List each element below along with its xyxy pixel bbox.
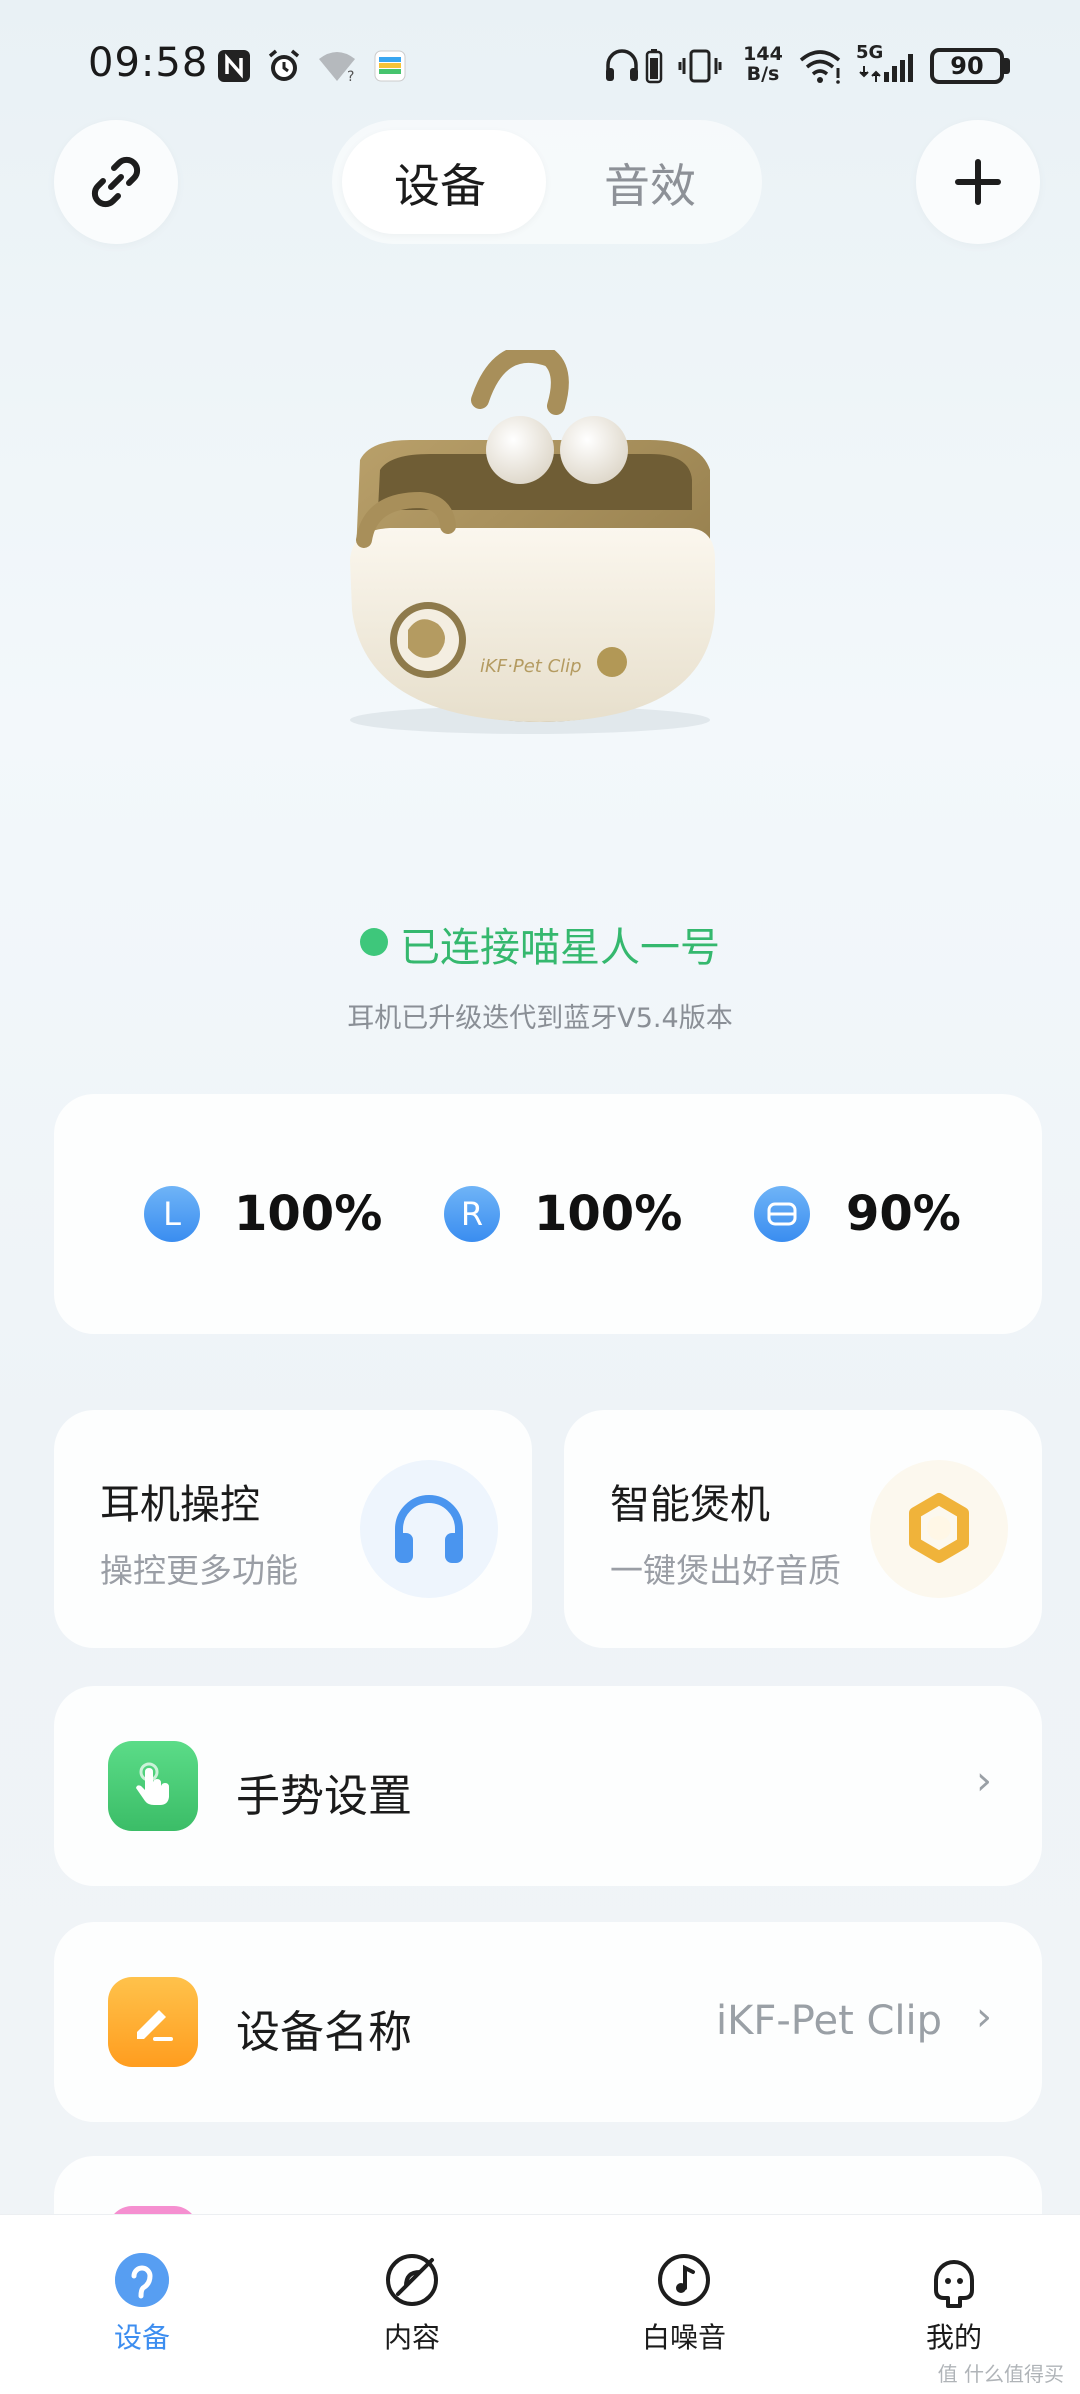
nav-white-noise-label: 白噪音 bbox=[641, 2321, 726, 2354]
case-battery-icon bbox=[754, 1186, 810, 1242]
headphones-icon bbox=[360, 1460, 498, 1598]
link-button[interactable] bbox=[54, 120, 178, 244]
right-earbud-badge: R bbox=[444, 1186, 500, 1242]
device-name-label: 设备名称 bbox=[236, 2007, 412, 2058]
alarm-icon bbox=[262, 46, 306, 86]
gesture-settings-row[interactable] bbox=[54, 1686, 1042, 1886]
tab-sound-effects[interactable]: 音效 bbox=[604, 150, 696, 216]
profile-icon bbox=[934, 2260, 974, 2308]
content-icon bbox=[386, 2254, 438, 2306]
net-speed: 144 B/s bbox=[743, 43, 783, 85]
smart-burn-in-subtitle: 一键煲出好音质 bbox=[610, 1551, 841, 1590]
svg-text:?: ? bbox=[347, 69, 354, 83]
wallet-icon bbox=[370, 46, 410, 86]
wifi-unknown-icon: ? bbox=[314, 46, 364, 86]
earbuds-product-image: iKF·Pet Clip bbox=[330, 344, 750, 750]
chevron-right-icon: › bbox=[976, 1994, 992, 2040]
connection-status-text: 已连接喵星人一号 bbox=[400, 925, 720, 971]
headset-battery-icon bbox=[642, 46, 666, 86]
nfc-icon bbox=[214, 46, 254, 86]
device-name-value: iKF-Pet Clip bbox=[716, 1998, 943, 2044]
watermark: 值 什么值得买 bbox=[937, 2362, 1064, 2386]
smart-burn-in-title: 智能煲机 bbox=[610, 1482, 770, 1528]
device-icon bbox=[115, 2253, 169, 2307]
nav-profile[interactable]: 我的 bbox=[874, 2250, 1034, 2370]
burn-in-icon bbox=[870, 1460, 1008, 1598]
wifi-icon bbox=[796, 46, 844, 86]
nav-content-label: 内容 bbox=[383, 2321, 440, 2354]
cellular-signal-icon: 5G bbox=[852, 42, 922, 86]
plus-icon bbox=[955, 159, 1001, 205]
left-earbud-battery: 100% bbox=[234, 1186, 383, 1242]
gesture-icon bbox=[108, 1741, 198, 1831]
headset-status-icon bbox=[602, 46, 642, 86]
right-earbud-battery: 100% bbox=[534, 1186, 683, 1242]
nav-device-label: 设备 bbox=[113, 2321, 170, 2354]
case-battery: 90% bbox=[846, 1186, 961, 1242]
nav-white-noise[interactable]: 白噪音 bbox=[604, 2250, 764, 2370]
nav-content[interactable]: 内容 bbox=[332, 2250, 492, 2370]
add-device-button[interactable] bbox=[916, 120, 1040, 244]
edit-icon bbox=[108, 1977, 198, 2067]
tab-device[interactable]: 设备 bbox=[394, 150, 486, 216]
nav-device[interactable]: 设备 bbox=[62, 2250, 222, 2370]
connection-status-dot bbox=[360, 928, 388, 956]
chevron-right-icon: › bbox=[976, 1758, 992, 1804]
gesture-settings-label: 手势设置 bbox=[236, 1771, 412, 1822]
battery-level: 90 bbox=[930, 48, 1004, 84]
svg-text:iKF·Pet Clip: iKF·Pet Clip bbox=[480, 656, 582, 677]
earbud-controls-subtitle: 操控更多功能 bbox=[100, 1551, 298, 1590]
battery-tip bbox=[1004, 58, 1010, 74]
white-noise-icon bbox=[658, 2254, 710, 2306]
status-time: 09:58 bbox=[88, 40, 209, 86]
earbud-controls-title: 耳机操控 bbox=[100, 1482, 260, 1528]
link-icon bbox=[91, 156, 141, 208]
vibrate-icon bbox=[676, 46, 724, 86]
nav-profile-label: 我的 bbox=[925, 2321, 982, 2354]
left-earbud-badge: L bbox=[144, 1186, 200, 1242]
firmware-info-text: 耳机已升级迭代到蓝牙V5.4版本 bbox=[347, 1003, 733, 1034]
